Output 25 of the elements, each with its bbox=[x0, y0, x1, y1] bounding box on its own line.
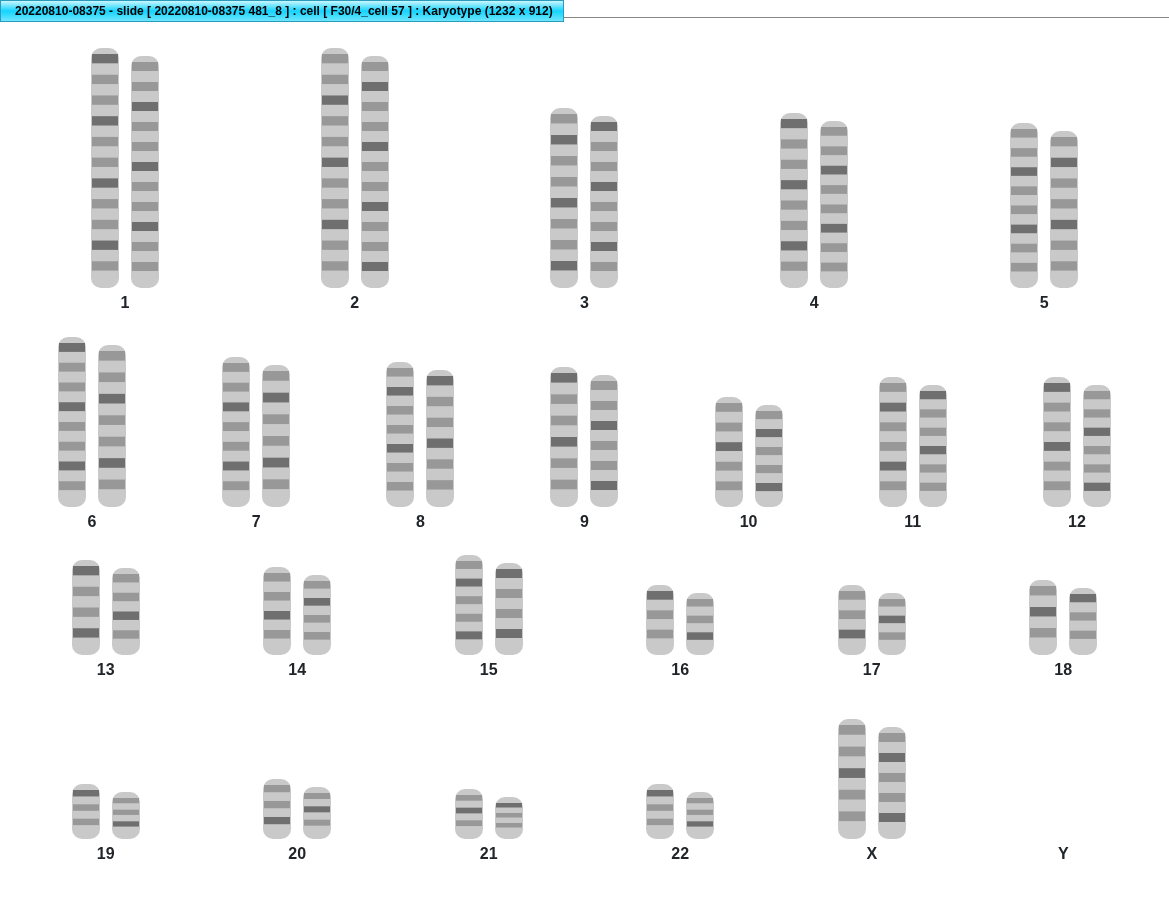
chromosome-label: 3 bbox=[580, 294, 589, 312]
chromosome-label: 19 bbox=[96, 845, 115, 863]
chromosome-label: 17 bbox=[862, 661, 881, 679]
window-title: 20220810-08375 - slide [ 20220810-08375 481_8 ] : cell [ F30/4_cell 57 ] : Karyotype (1232 x 912) bbox=[0, 0, 564, 22]
chromosome-label: 18 bbox=[1054, 661, 1073, 679]
chromosome-label: 16 bbox=[671, 661, 690, 679]
chromosome-label: 11 bbox=[904, 513, 922, 531]
chromosome-label: 6 bbox=[87, 513, 97, 531]
chromosome-label: 4 bbox=[809, 294, 819, 312]
chromosome-label: Y bbox=[1057, 845, 1069, 863]
chromosome-label: 22 bbox=[671, 845, 690, 863]
chromosome-label: 21 bbox=[479, 845, 498, 863]
chromosome-label: 12 bbox=[1068, 513, 1086, 531]
chromosome-label: 13 bbox=[96, 661, 115, 679]
chromosome-label: 14 bbox=[288, 661, 307, 679]
chromosome-label: 5 bbox=[1039, 294, 1049, 312]
chromosome-label: 20 bbox=[288, 845, 307, 863]
chromosome-label: 8 bbox=[415, 513, 425, 531]
chromosome-label: 1 bbox=[120, 294, 130, 312]
chromosome-label: 9 bbox=[580, 513, 589, 531]
chromosome-label: X bbox=[866, 845, 878, 863]
chromosome-label: 7 bbox=[251, 513, 261, 531]
chromosome-label: 15 bbox=[479, 661, 498, 679]
chromosome-label: 10 bbox=[739, 513, 758, 531]
chromosome-label: 2 bbox=[350, 294, 360, 312]
